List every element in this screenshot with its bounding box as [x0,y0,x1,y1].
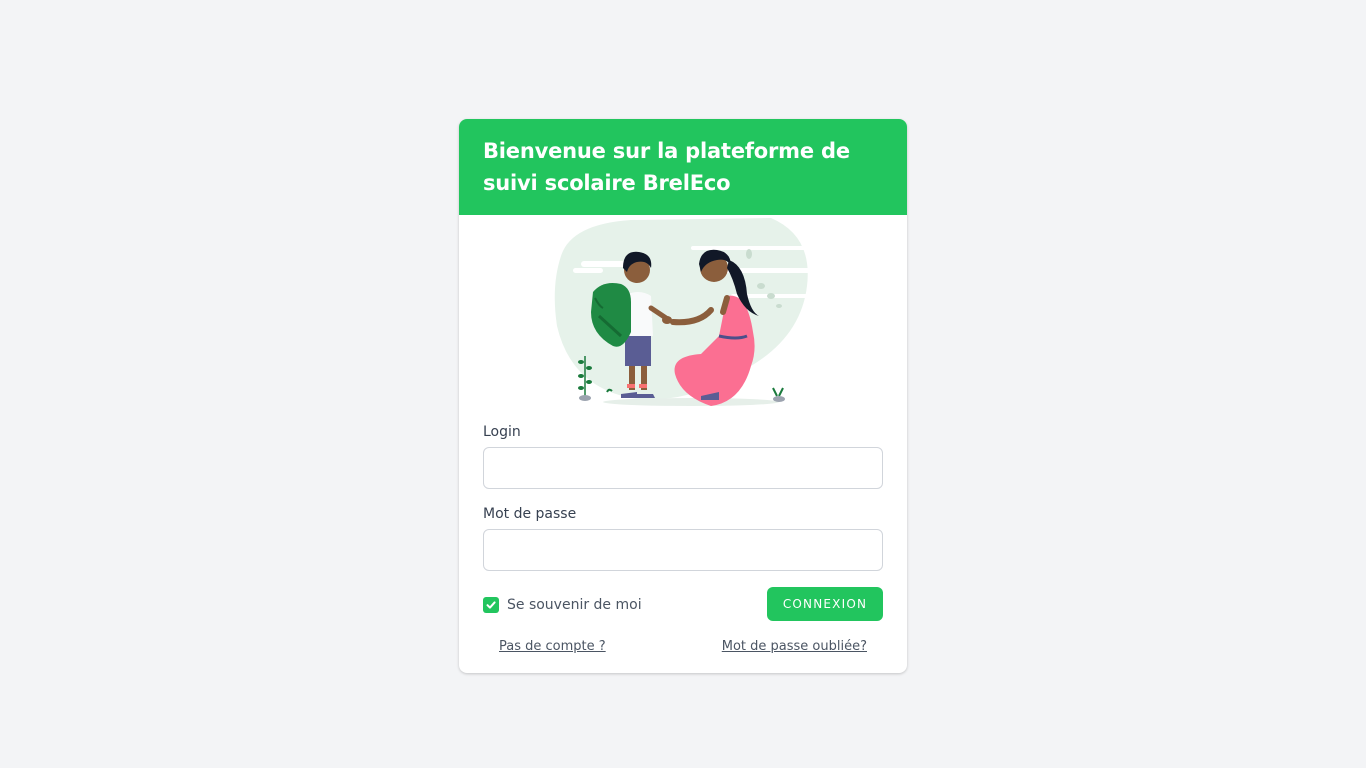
login-button[interactable]: CONNEXION [767,587,883,621]
login-label: Login [483,424,521,440]
remember-checkbox[interactable] [483,597,499,613]
login-input[interactable] [483,447,883,489]
remember-label: Se souvenir de moi [507,597,642,613]
check-icon [486,601,496,609]
no-account-link[interactable]: Pas de compte ? [499,637,606,657]
password-label: Mot de passe [483,506,577,522]
parent-child-illustration [554,218,815,406]
login-card: Bienvenue sur la plateforme de suivi sco… [459,119,907,673]
card-header: Bienvenue sur la plateforme de suivi sco… [459,119,907,215]
forgot-password-link[interactable]: Mot de passe oubliée? [722,637,867,657]
remember-me[interactable]: Se souvenir de moi [483,595,642,615]
page-title: Bienvenue sur la plateforme de suivi sco… [483,139,850,195]
password-input[interactable] [483,529,883,571]
